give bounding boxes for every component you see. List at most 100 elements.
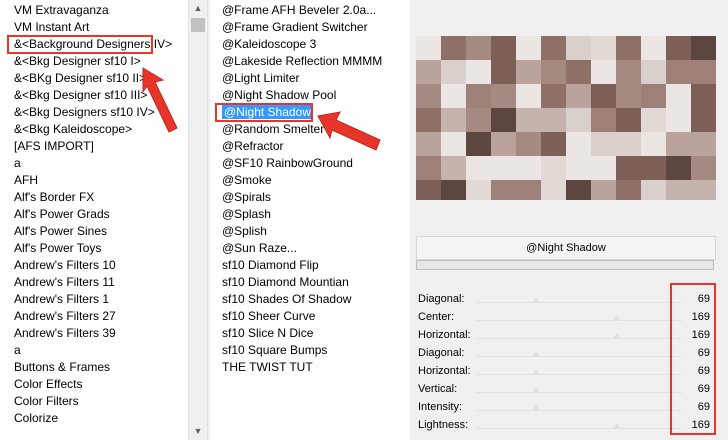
slider-thumb-icon[interactable] — [531, 351, 540, 357]
filter-item[interactable]: @Smoke — [210, 172, 382, 189]
preview-tile — [466, 156, 491, 180]
parameter-label: Lightness: — [418, 419, 469, 431]
category-item[interactable]: Color Filters — [0, 393, 155, 410]
category-item[interactable]: Alf's Power Sines — [0, 223, 155, 240]
slider-thumb-icon[interactable] — [612, 333, 621, 339]
filter-item[interactable]: @Splish — [210, 223, 382, 240]
parameter-slider[interactable] — [476, 351, 682, 357]
category-item[interactable]: Alf's Power Grads — [0, 206, 155, 223]
preview-tile — [416, 132, 441, 156]
preview-tile — [541, 132, 566, 156]
preview-tile — [666, 84, 691, 108]
preview-tile — [591, 36, 616, 60]
category-item[interactable]: &<Bkg Kaleidoscope> — [0, 121, 155, 138]
category-item[interactable]: [AFS IMPORT] — [0, 138, 155, 155]
filter-list-panel[interactable]: @Frame AFH Beveler 2.0a... @Frame Gradien… — [210, 0, 410, 440]
category-item[interactable]: VM Extravaganza — [0, 2, 155, 19]
preview-tile — [616, 156, 641, 180]
category-item[interactable]: AFH — [0, 172, 155, 189]
filter-item[interactable]: sf10 Slice N Dice — [210, 325, 382, 342]
filter-item[interactable]: @Splash — [210, 206, 382, 223]
scroll-up-icon[interactable]: ▲ — [189, 0, 207, 17]
parameter-slider[interactable] — [476, 405, 682, 411]
category-item[interactable]: Andrew's Filters 39 — [0, 325, 155, 342]
parameter-slider[interactable] — [476, 333, 682, 339]
category-item[interactable]: Andrew's Filters 11 — [0, 274, 155, 291]
category-item[interactable]: &<BKg Designer sf10 II> — [0, 70, 155, 87]
category-item[interactable]: Color Effects — [0, 376, 155, 393]
category-item[interactable]: &<Bkg Designer sf10 I> — [0, 53, 155, 70]
category-item[interactable]: &<Background Designers IV> — [7, 35, 172, 54]
window-edge — [716, 0, 728, 440]
category-item[interactable]: Alf's Power Toys — [0, 240, 155, 257]
parameter-label: Diagonal: — [418, 347, 465, 359]
preview-tile — [616, 60, 641, 84]
arrow-pointer-icon — [142, 67, 178, 133]
filter-item[interactable]: @Frame Gradient Switcher — [210, 19, 382, 36]
preview-tile — [666, 180, 691, 200]
filter-item[interactable]: @Light Limiter — [210, 70, 382, 87]
preview-tile — [691, 180, 716, 200]
slider-thumb-icon[interactable] — [612, 315, 621, 321]
preview-tile — [691, 108, 716, 132]
preview-tile — [641, 36, 666, 60]
category-list[interactable]: VM Extravaganza VM Instant Art &<Backgroun… — [0, 3, 172, 427]
parameter-label: Diagonal: — [418, 293, 465, 305]
preview-tile — [491, 180, 516, 200]
preview-tile — [416, 60, 441, 84]
scroll-down-icon[interactable]: ▼ — [189, 423, 207, 440]
category-item[interactable]: &<Bkg Designer sf10 III> — [0, 87, 155, 104]
preview-tile — [541, 84, 566, 108]
preview-tile — [641, 108, 666, 132]
category-item[interactable]: a — [0, 155, 155, 172]
preview-tile — [466, 84, 491, 108]
arrow-pointer-icon — [317, 111, 381, 151]
filter-item[interactable]: @Night Shadow Pool — [210, 87, 382, 104]
parameter-slider[interactable] — [476, 297, 682, 303]
preview-tile — [691, 132, 716, 156]
category-item[interactable]: VM Instant Art — [0, 19, 155, 36]
filter-item[interactable]: sf10 Diamond Flip — [210, 257, 382, 274]
scroll-thumb[interactable] — [191, 18, 205, 32]
category-item[interactable]: Colorize — [0, 410, 155, 427]
parameter-slider[interactable] — [476, 315, 682, 321]
slider-thumb-icon[interactable] — [531, 369, 540, 375]
category-item[interactable]: Alf's Border FX — [0, 189, 155, 206]
slider-thumb-icon[interactable] — [531, 387, 540, 393]
preview-tile — [441, 132, 466, 156]
filter-item[interactable]: @Frame AFH Beveler 2.0a... — [210, 2, 382, 19]
parameter-slider[interactable] — [476, 387, 682, 393]
filter-list[interactable]: @Frame AFH Beveler 2.0a... @Frame Gradien… — [210, 2, 382, 376]
filter-item[interactable]: @Sun Raze... — [210, 240, 382, 257]
filter-item[interactable]: sf10 Diamond Mountian — [210, 274, 382, 291]
category-item[interactable]: Andrew's Filters 27 — [0, 308, 155, 325]
category-item[interactable]: &<Bkg Designers sf10 IV> — [0, 104, 155, 121]
filter-item[interactable]: sf10 Square Bumps — [210, 342, 382, 359]
category-item[interactable]: a — [0, 342, 155, 359]
category-item[interactable]: Buttons & Frames — [0, 359, 155, 376]
preview-tile — [466, 108, 491, 132]
preview-tile — [591, 60, 616, 84]
parameter-slider[interactable] — [476, 423, 682, 429]
slider-thumb-icon[interactable] — [612, 423, 621, 429]
parameter-slider[interactable] — [476, 369, 682, 375]
filter-item-label: @Night Shadow — [222, 105, 313, 119]
category-item[interactable]: Andrew's Filters 10 — [0, 257, 155, 274]
preview-tile — [691, 60, 716, 84]
category-item[interactable]: Andrew's Filters 1 — [0, 291, 155, 308]
filter-item[interactable]: @Lakeside Reflection MMMM — [210, 53, 382, 70]
category-scrollbar[interactable]: ▲ ▼ — [188, 0, 208, 440]
preview-tile — [591, 132, 616, 156]
preview-tile — [566, 156, 591, 180]
filter-item[interactable]: sf10 Shades Of Shadow — [210, 291, 382, 308]
filter-item[interactable]: @Kaleidoscope 3 — [210, 36, 382, 53]
slider-thumb-icon[interactable] — [531, 405, 540, 411]
slider-thumb-icon[interactable] — [531, 297, 540, 303]
preview-tile — [516, 156, 541, 180]
preview-tile — [516, 108, 541, 132]
filter-item[interactable]: THE TWIST TUT — [210, 359, 382, 376]
filter-item[interactable]: @Night Shadow — [215, 103, 313, 122]
filter-item[interactable]: @Spirals — [210, 189, 382, 206]
filter-name-box: @Night Shadow — [416, 236, 716, 260]
filter-item[interactable]: sf10 Sheer Curve — [210, 308, 382, 325]
